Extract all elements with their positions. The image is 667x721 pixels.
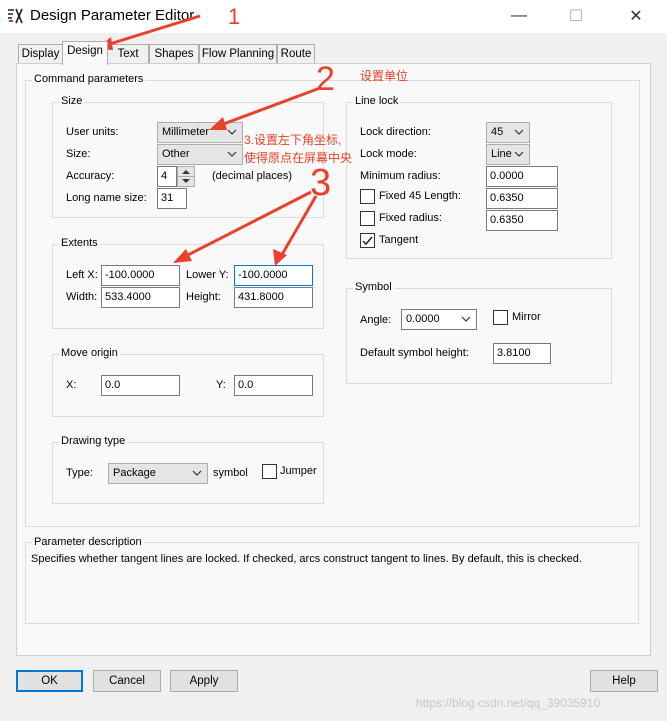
tab-design[interactable]: Design: [62, 41, 108, 65]
checkmark-icon: [362, 236, 373, 246]
size-label: Size:: [66, 148, 91, 160]
move-origin-title: Move origin: [59, 347, 120, 359]
lock-direction-label: Lock direction:: [360, 126, 431, 138]
left-x-label: Left X:: [66, 269, 98, 281]
title-bar: Design Parameter Editor — ☐ ✕: [0, 0, 667, 33]
chevron-down-icon: [227, 129, 237, 135]
parameter-description-text: Specifies whether tangent lines are lock…: [31, 553, 582, 565]
type-label: Type:: [66, 467, 93, 479]
tangent-label: Tangent: [379, 234, 419, 246]
lock-mode-select[interactable]: Line: [486, 144, 530, 165]
accuracy-label: Accuracy:: [66, 170, 115, 182]
annotation-number-2: 2: [316, 60, 335, 98]
origin-x-input[interactable]: 0.0: [101, 375, 180, 396]
watermark-text: https://blog.csdn.net/qq_39035910: [416, 696, 601, 710]
min-radius-label: Minimum radius:: [360, 170, 441, 182]
long-name-label: Long name size:: [66, 192, 147, 204]
tab-display[interactable]: Display: [18, 44, 63, 64]
tab-flow-planning[interactable]: Flow Planning: [199, 44, 277, 64]
tab-shapes[interactable]: Shapes: [149, 44, 199, 64]
line-lock-title: Line lock: [353, 95, 401, 107]
left-x-input[interactable]: -100.0000: [101, 265, 180, 286]
close-button[interactable]: ✕: [608, 0, 664, 32]
user-units-label: User units:: [66, 126, 119, 138]
width-input[interactable]: 533.4000: [101, 287, 180, 308]
chevron-down-icon: [514, 151, 524, 157]
lower-y-input[interactable]: -100.0000: [234, 265, 313, 286]
default-height-label: Default symbol height:: [360, 347, 469, 359]
tab-route[interactable]: Route: [277, 44, 315, 64]
angle-value: 0.0000: [406, 313, 440, 325]
lower-y-label: Lower Y:: [186, 269, 229, 281]
origin-y-label: Y:: [216, 379, 226, 391]
app-logo-icon: [8, 8, 23, 24]
lock-mode-value: Line: [491, 148, 512, 160]
user-units-value: Millimeter: [162, 126, 210, 138]
accuracy-hint: (decimal places): [212, 170, 293, 182]
jumper-label: Jumper: [280, 465, 317, 477]
size-value: Other: [162, 148, 190, 160]
chevron-down-icon: [514, 129, 524, 135]
angle-label: Angle:: [360, 314, 392, 326]
design-parameter-editor-window: Design Parameter Editor — ☐ ✕ Display De…: [0, 0, 667, 721]
fixed45-input[interactable]: 0.6350: [486, 188, 558, 209]
mirror-checkbox[interactable]: [493, 310, 508, 325]
size-title: Size: [59, 95, 85, 107]
origin-x-label: X:: [66, 379, 77, 391]
annotation-note-origin-line2: 使得原点在屏幕中央: [244, 151, 353, 165]
origin-y-input[interactable]: 0.0: [234, 375, 313, 396]
fixed45-label: Fixed 45 Length:: [379, 190, 461, 202]
mirror-label: Mirror: [512, 311, 541, 323]
symbol-group: Symbol: [346, 281, 612, 384]
spinner-arrows-icon: [178, 170, 194, 183]
size-select[interactable]: Other: [157, 144, 243, 165]
window-title: Design Parameter Editor: [30, 7, 195, 24]
tab-text[interactable]: Text: [107, 44, 149, 64]
maximize-button[interactable]: ☐: [548, 0, 604, 32]
default-height-input[interactable]: 3.8100: [493, 343, 551, 364]
height-input[interactable]: 431.8000: [234, 287, 313, 308]
lock-direction-select[interactable]: 45: [486, 122, 530, 143]
parameter-description-title: Parameter description: [32, 536, 144, 548]
angle-select[interactable]: 0.0000: [401, 309, 477, 330]
user-units-select[interactable]: Millimeter: [157, 122, 243, 143]
height-label: Height:: [186, 291, 221, 303]
type-select[interactable]: Package: [108, 463, 208, 484]
fixed-radius-input[interactable]: 0.6350: [486, 210, 558, 231]
symbol-suffix-label: symbol: [213, 467, 248, 479]
lock-direction-value: 45: [491, 126, 504, 138]
accuracy-spinner[interactable]: [177, 166, 195, 187]
annotation-number-3: 3: [310, 162, 332, 204]
tangent-checkbox[interactable]: [360, 233, 375, 248]
cancel-button[interactable]: Cancel: [93, 670, 161, 692]
annotation-number-1: 1: [228, 4, 241, 29]
chevron-down-icon: [461, 316, 471, 322]
fixed-radius-label: Fixed radius:: [379, 212, 442, 224]
minimize-button[interactable]: —: [491, 0, 547, 32]
extents-title: Extents: [59, 237, 100, 249]
symbol-title: Symbol: [353, 281, 394, 293]
command-parameters-title: Command parameters: [32, 73, 146, 85]
help-button[interactable]: Help: [590, 670, 658, 692]
fixed-radius-checkbox[interactable]: [360, 211, 375, 226]
min-radius-input[interactable]: 0.0000: [486, 166, 558, 187]
annotation-note-origin-line1: 3.设置左下角坐标,: [244, 133, 342, 147]
chevron-down-icon: [227, 151, 237, 157]
type-value: Package: [113, 467, 156, 479]
drawing-type-title: Drawing type: [59, 435, 128, 447]
width-label: Width:: [66, 291, 98, 303]
annotation-note-units: 设置单位: [360, 69, 409, 83]
chevron-down-icon: [192, 470, 202, 476]
ok-button[interactable]: OK: [16, 670, 83, 692]
long-name-input[interactable]: 31: [157, 188, 187, 209]
fixed45-checkbox[interactable]: [360, 189, 375, 204]
accuracy-input[interactable]: 4: [157, 166, 177, 187]
lock-mode-label: Lock mode:: [360, 148, 417, 160]
jumper-checkbox[interactable]: [262, 464, 277, 479]
apply-button[interactable]: Apply: [170, 670, 238, 692]
